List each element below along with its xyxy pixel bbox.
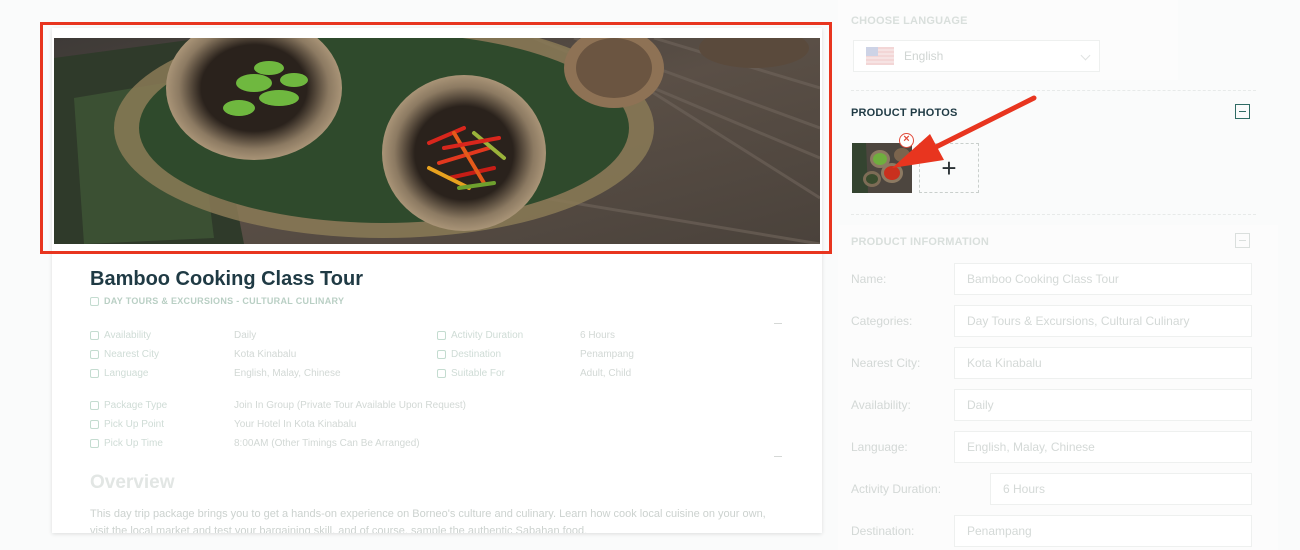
product-photos-heading: PRODUCT PHOTOS (851, 107, 958, 119)
package-icon (90, 401, 99, 410)
detail-pickup-point: Pick Up Point (90, 419, 164, 430)
detail-package-type-value: Join In Group (Private Tour Available Up… (234, 400, 466, 411)
collapse-information-button[interactable] (1235, 233, 1250, 248)
detail-language: Language (90, 368, 149, 379)
thumbs-up-icon (437, 369, 446, 378)
city-icon (90, 350, 99, 359)
us-flag-icon (866, 47, 894, 65)
detail-pickup-time: Pick Up Time (90, 438, 163, 449)
pin-icon (437, 350, 446, 359)
detail-duration-value: 6 Hours (580, 330, 616, 341)
detail-suitable-for: Suitable For (437, 368, 505, 379)
detail-package-type: Package Type (90, 400, 167, 411)
language-label: Language: (851, 440, 908, 454)
nearest-city-label: Nearest City: (851, 356, 921, 370)
name-field[interactable]: Bamboo Cooking Class Tour (954, 263, 1252, 295)
section-divider (851, 214, 1256, 215)
tour-details: Availability Daily Nearest City Kota Kin… (52, 290, 822, 533)
add-photo-button[interactable]: + (919, 143, 979, 193)
language-icon (90, 369, 99, 378)
categories-label: Categories: (851, 314, 913, 328)
activity-duration-label: Activity Duration: (851, 482, 942, 496)
name-label: Name: (851, 272, 887, 286)
detail-availability-value: Daily (234, 330, 257, 341)
clock-icon (90, 439, 99, 448)
product-preview-card: Bamboo Cooking Class Tour DAY TOURS & EX… (52, 28, 822, 533)
chevron-down-icon (1080, 50, 1091, 61)
detail-suitable-for-value: Adult, Child (580, 368, 632, 379)
divider-tick (774, 456, 782, 457)
detail-pickup-time-value: 8:00AM (Other Timings Can Be Arranged) (234, 438, 420, 449)
calendar-icon (90, 331, 99, 340)
plus-icon: + (941, 152, 957, 183)
language-field[interactable]: English, Malay, Chinese (954, 431, 1252, 463)
choose-language-heading: CHOOSE LANGUAGE (851, 15, 968, 27)
availability-field[interactable]: Daily (954, 389, 1252, 421)
editor-sidebar: CHOOSE LANGUAGE English PRODUCT PHOTOS ×… (838, 0, 1278, 550)
collapse-photos-button[interactable] (1235, 104, 1250, 119)
hourglass-icon (437, 331, 446, 340)
overview-heading: Overview (90, 472, 175, 493)
product-editor-page: Bamboo Cooking Class Tour DAY TOURS & EX… (0, 0, 1300, 550)
section-divider (851, 90, 1256, 91)
overview-text: This day trip package brings you to get … (90, 508, 766, 533)
bus-icon (90, 420, 99, 429)
language-select[interactable]: English (853, 40, 1100, 72)
nearest-city-field[interactable]: Kota Kinabalu (954, 347, 1252, 379)
destination-field[interactable]: Penampang (954, 515, 1252, 547)
detail-language-value: English, Malay, Chinese (234, 368, 341, 379)
divider-tick (774, 323, 782, 324)
detail-nearest-city: Nearest City (90, 349, 159, 360)
language-select-value: English (904, 49, 944, 63)
detail-availability: Availability (90, 330, 151, 341)
activity-duration-field[interactable]: 6 Hours (990, 473, 1252, 505)
detail-pickup-point-value: Your Hotel In Kota Kinabalu (234, 419, 357, 430)
destination-label: Destination: (851, 524, 915, 538)
categories-field[interactable]: Day Tours & Excursions, Cultural Culinar… (954, 305, 1252, 337)
detail-destination-value: Penampang (580, 349, 634, 360)
detail-nearest-city-value: Kota Kinabalu (234, 349, 297, 360)
availability-label: Availability: (851, 398, 911, 412)
product-photo-thumbnail[interactable] (852, 143, 912, 193)
remove-photo-icon[interactable]: × (899, 133, 914, 148)
tour-title: Bamboo Cooking Class Tour (90, 268, 363, 290)
hero-photo[interactable] (54, 38, 820, 244)
product-information-heading: PRODUCT INFORMATION (851, 236, 990, 248)
detail-duration: Activity Duration (437, 330, 523, 341)
detail-destination: Destination (437, 349, 501, 360)
